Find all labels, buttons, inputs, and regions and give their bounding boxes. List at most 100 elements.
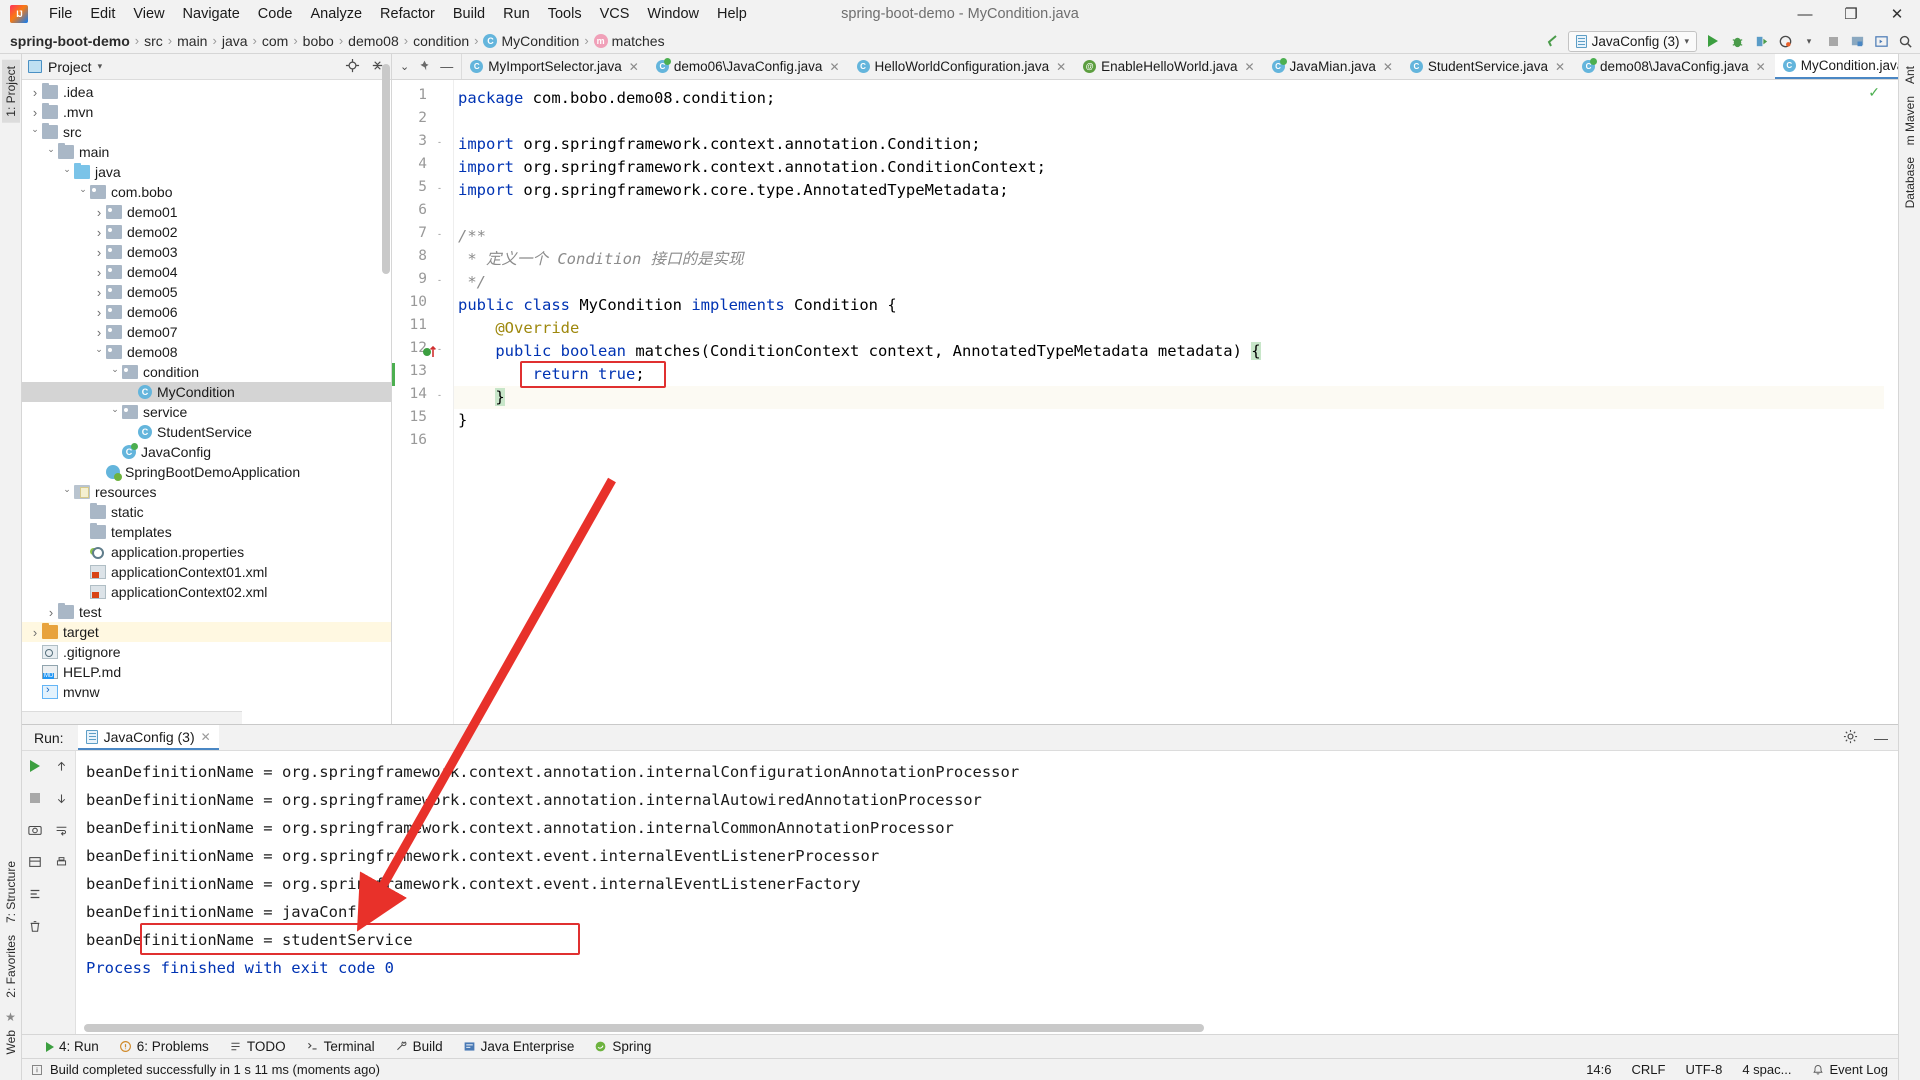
stop-icon[interactable]: [26, 789, 44, 807]
tree-item-applicationcontext02-xml[interactable]: applicationContext02.xml: [22, 582, 391, 602]
implementing-method-marker-icon[interactable]: [422, 344, 436, 357]
editor-tab-myimportselector-java[interactable]: C MyImportSelector.java ✕: [462, 54, 648, 79]
tree-item-demo07[interactable]: demo07: [22, 322, 391, 342]
editor-tab-enablehelloworld-java[interactable]: @ EnableHelloWorld.java ✕: [1075, 54, 1263, 79]
console-output[interactable]: beanDefinitionName = org.springframework…: [76, 751, 1898, 1034]
caret-position[interactable]: 14:6: [1586, 1062, 1611, 1077]
breadcrumb-mycondition[interactable]: C MyCondition: [483, 33, 579, 49]
tree-item-javaconfig[interactable]: C JavaConfig: [22, 442, 391, 462]
close-icon[interactable]: ✕: [1383, 60, 1393, 74]
menu-navigate[interactable]: Navigate: [174, 3, 249, 25]
sidebar-item-database[interactable]: Database: [1901, 151, 1919, 214]
sidebar-item-maven[interactable]: m Maven: [1901, 90, 1919, 151]
close-icon[interactable]: ✕: [1874, 0, 1920, 28]
run-tab-javaconfig[interactable]: JavaConfig (3) ✕: [77, 725, 219, 750]
tree-item-src[interactable]: src: [22, 122, 391, 142]
breadcrumb-demo08[interactable]: demo08: [348, 33, 399, 49]
menu-window[interactable]: Window: [638, 3, 708, 25]
breadcrumb-condition[interactable]: condition: [413, 33, 469, 49]
back-arrow-icon[interactable]: [1541, 30, 1563, 52]
print-icon[interactable]: [53, 853, 71, 871]
tree-item-templates[interactable]: templates: [22, 522, 391, 542]
line-separator[interactable]: CRLF: [1632, 1062, 1666, 1077]
tree-item-service[interactable]: service: [22, 402, 391, 422]
chevron-right-icon[interactable]: [44, 605, 58, 620]
trash-icon[interactable]: [26, 917, 44, 935]
tree-item-demo04[interactable]: demo04: [22, 262, 391, 282]
indent-setting[interactable]: 4 spac...: [1742, 1062, 1791, 1077]
run-configuration-selector[interactable]: JavaConfig (3) ▾: [1567, 30, 1697, 52]
gear-icon[interactable]: [1843, 729, 1858, 747]
close-icon[interactable]: ✕: [1756, 60, 1766, 74]
sidebar-item-structure[interactable]: 7: Structure: [2, 855, 20, 929]
tree-item-demo06[interactable]: demo06: [22, 302, 391, 322]
menu-analyze[interactable]: Analyze: [301, 3, 371, 25]
editor-tab-mycondition-java[interactable]: CMyCondition.java✕: [1774, 54, 1898, 79]
tool-window-button-terminal[interactable]: Terminal: [306, 1039, 375, 1054]
maximize-icon[interactable]: ❐: [1828, 0, 1874, 28]
breadcrumb-main[interactable]: main: [177, 33, 207, 49]
sidebar-item-ant[interactable]: Ant: [1901, 60, 1919, 90]
sidebar-item-web[interactable]: Web: [2, 1024, 20, 1060]
chevron-down-icon[interactable]: ▾: [1798, 30, 1820, 52]
run-button[interactable]: [1702, 30, 1724, 52]
tree-item--idea[interactable]: .idea: [22, 82, 391, 102]
pin-icon[interactable]: [418, 59, 431, 75]
chevron-down-icon[interactable]: ⌄: [400, 60, 409, 73]
tree-item-test[interactable]: test: [22, 602, 391, 622]
breadcrumb-bobo[interactable]: bobo: [303, 33, 334, 49]
chevron-down-icon[interactable]: [44, 147, 58, 158]
close-icon[interactable]: ✕: [201, 730, 211, 744]
menu-build[interactable]: Build: [444, 3, 494, 25]
breadcrumb-project[interactable]: spring-boot-demo: [10, 33, 130, 49]
soft-wrap-icon[interactable]: [53, 821, 71, 839]
tree-item-applicationcontext01-xml[interactable]: applicationContext01.xml: [22, 562, 391, 582]
tree-item-com-bobo[interactable]: com.bobo: [22, 182, 391, 202]
event-log-button[interactable]: Event Log: [1811, 1062, 1888, 1077]
menu-run[interactable]: Run: [494, 3, 539, 25]
chevron-right-icon[interactable]: [28, 625, 42, 640]
code-text-area[interactable]: package com.bobo.demo08.condition; import…: [454, 80, 1898, 724]
tree-item-main[interactable]: main: [22, 142, 391, 162]
tree-item-static[interactable]: static: [22, 502, 391, 522]
tool-window-button-4-run[interactable]: 4: Run: [46, 1039, 99, 1054]
tree-item-help-md[interactable]: HELP.md: [22, 662, 391, 682]
chevron-right-icon[interactable]: [28, 85, 42, 100]
tree-item-demo01[interactable]: demo01: [22, 202, 391, 222]
tool-window-button-build[interactable]: Build: [395, 1039, 443, 1054]
chevron-right-icon[interactable]: [92, 245, 106, 260]
tree-item-mycondition[interactable]: C MyCondition: [22, 382, 391, 402]
editor-tab-helloworldconfiguration-java[interactable]: C HelloWorldConfiguration.java ✕: [849, 54, 1076, 79]
menu-edit[interactable]: Edit: [81, 3, 124, 25]
menu-refactor[interactable]: Refactor: [371, 3, 444, 25]
tree-item-demo02[interactable]: demo02: [22, 222, 391, 242]
code-fold-icon[interactable]: -: [434, 184, 445, 195]
menu-code[interactable]: Code: [249, 3, 302, 25]
chevron-down-icon[interactable]: [108, 407, 122, 418]
editor-tab-demo06-javaconfig-java[interactable]: Cdemo06\JavaConfig.java ✕: [648, 54, 849, 79]
tree-item-demo03[interactable]: demo03: [22, 242, 391, 262]
scroll-down-icon[interactable]: [53, 789, 71, 807]
stop-button[interactable]: [1822, 30, 1844, 52]
file-encoding[interactable]: UTF-8: [1685, 1062, 1722, 1077]
close-icon[interactable]: ✕: [629, 60, 639, 74]
layout-icon[interactable]: [26, 853, 44, 871]
minimize-icon[interactable]: —: [1874, 730, 1888, 746]
hide-icon[interactable]: —: [440, 59, 453, 74]
editor-gutter[interactable]: 1 2 3 4 5 6 7 8 9 10 11 12 13 14 15 16- - - - - -: [392, 80, 454, 724]
sidebar-item-project[interactable]: 1: Project: [1, 60, 20, 123]
tool-window-button-todo[interactable]: TODO: [229, 1039, 286, 1054]
close-icon[interactable]: ✕: [1056, 60, 1066, 74]
sidebar-item-favorites[interactable]: 2: Favorites: [2, 929, 20, 1004]
chevron-right-icon[interactable]: [92, 225, 106, 240]
tree-item-application-properties[interactable]: application.properties: [22, 542, 391, 562]
close-icon[interactable]: ✕: [1555, 60, 1565, 74]
chevron-down-icon[interactable]: [76, 187, 90, 198]
close-icon[interactable]: ✕: [829, 60, 839, 74]
chevron-down-icon[interactable]: [28, 127, 42, 138]
editor-tab-javamian-java[interactable]: C JavaMian.java ✕: [1264, 54, 1402, 79]
profile-button[interactable]: [1774, 30, 1796, 52]
tree-item-studentservice[interactable]: C StudentService: [22, 422, 391, 442]
tree-item-resources[interactable]: resources: [22, 482, 391, 502]
code-fold-icon[interactable]: -: [434, 391, 445, 402]
